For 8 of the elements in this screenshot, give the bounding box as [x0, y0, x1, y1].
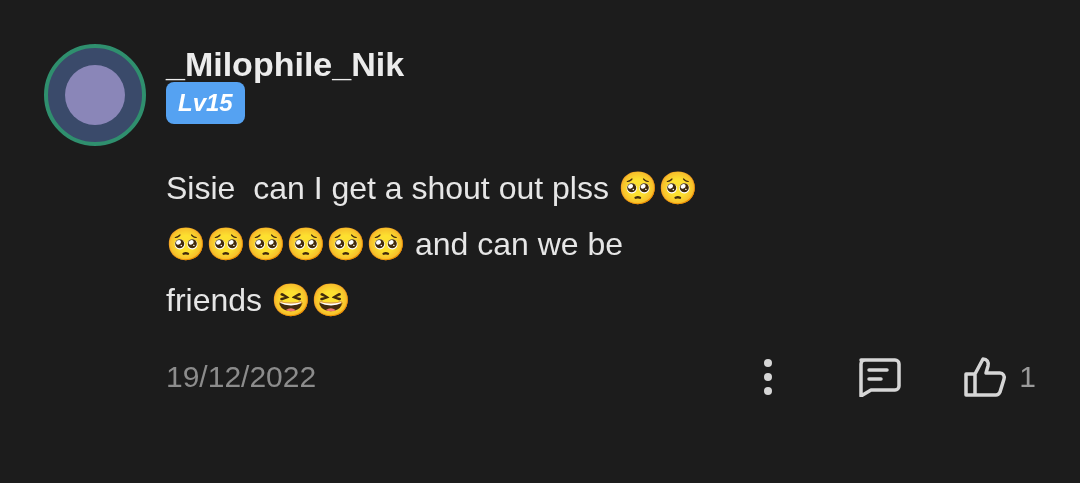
like-count: 1 — [1019, 359, 1036, 395]
level-badge: Lv15 — [166, 82, 245, 124]
avatar-silhouette — [65, 65, 125, 125]
thumbs-up-icon[interactable] — [963, 355, 1008, 398]
comment-date: 19/12/2022 — [166, 359, 317, 395]
comment-text: Sisie can I get a shout out plss 🥺🥺🥺🥺🥺🥺🥺🥺 and can we be friends 😆😆 — [166, 169, 699, 320]
username[interactable]: _Milophile_Nik — [166, 44, 405, 84]
more-options-icon[interactable] — [763, 358, 774, 395]
